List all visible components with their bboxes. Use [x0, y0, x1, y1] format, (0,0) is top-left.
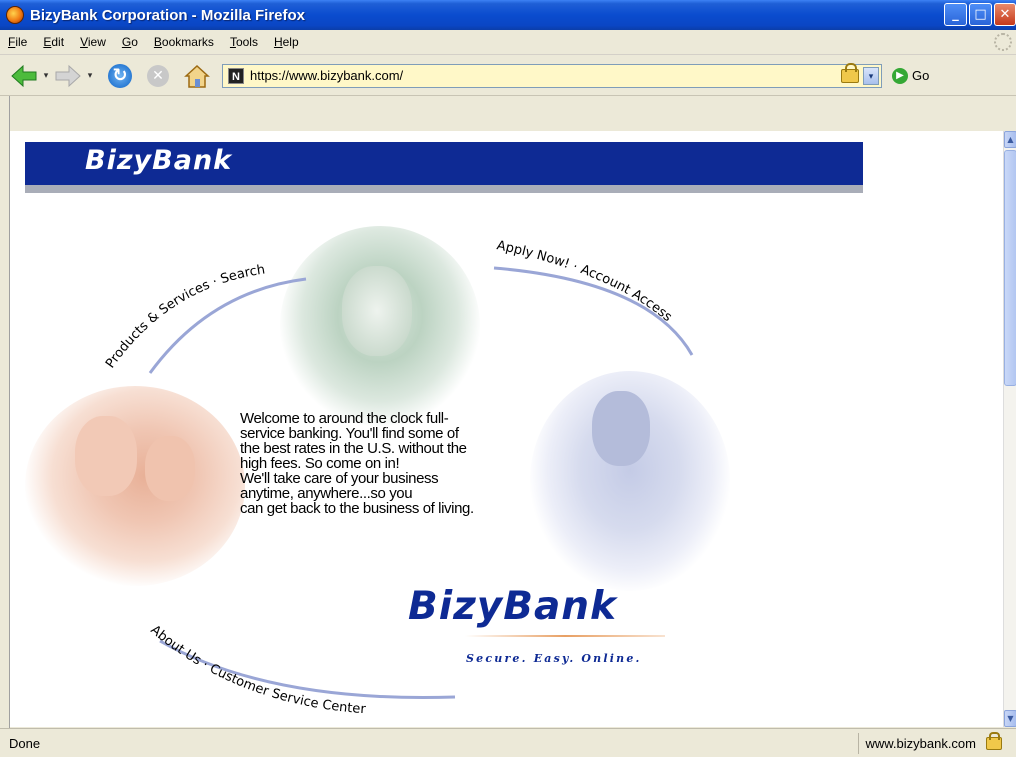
stop-button[interactable]: ✕ — [142, 61, 174, 91]
menu-bar: File Edit View Go Bookmarks Tools Help — [0, 30, 1016, 55]
page-content: BizyBank Products & Services · Search Ap… — [10, 131, 1003, 727]
url-dropdown-icon[interactable]: ▾ — [863, 66, 879, 85]
menu-tools[interactable]: Tools — [222, 35, 266, 49]
firefox-icon — [6, 6, 24, 24]
home-icon — [184, 64, 210, 88]
menu-file[interactable]: File — [0, 35, 35, 49]
back-button[interactable] — [8, 61, 40, 91]
menu-help[interactable]: Help — [266, 35, 307, 49]
status-lock-icon[interactable] — [986, 731, 1002, 750]
back-arrow-icon — [11, 64, 37, 87]
scroll-up-icon[interactable]: ▲ — [1004, 131, 1016, 148]
go-arrow-icon: ▶ — [892, 67, 908, 84]
throbber-icon — [994, 33, 1012, 51]
navigation-toolbar: ▾ ▾ ↻ ✕ N https://www.bizybank.com/ ▾ ▶ … — [0, 56, 1016, 96]
brand-logo: BizyBank — [408, 584, 617, 629]
status-text: Done — [9, 735, 41, 751]
menu-go[interactable]: Go — [114, 35, 146, 49]
status-site: www.bizybank.com — [858, 732, 982, 754]
go-label: Go — [912, 68, 930, 83]
nav-arc-products-search[interactable]: Products & Services · Search — [103, 262, 266, 371]
url-input[interactable]: https://www.bizybank.com/ — [250, 68, 841, 83]
site-favicon-icon: N — [228, 67, 244, 84]
menu-view[interactable]: View — [72, 35, 114, 49]
brand-tagline: Secure. Easy. Online. — [466, 652, 642, 665]
scroll-thumb[interactable] — [1004, 150, 1016, 386]
close-button[interactable]: ✕ — [994, 3, 1016, 26]
welcome-text: Welcome to around the clock full- servic… — [240, 410, 474, 517]
forward-dropdown-icon[interactable]: ▾ — [84, 61, 96, 91]
reload-icon: ↻ — [108, 63, 132, 88]
scroll-down-icon[interactable]: ▼ — [1004, 710, 1016, 727]
home-button[interactable] — [180, 61, 214, 91]
nav-arc-apply-account[interactable]: Apply Now! · Account Access — [495, 238, 674, 325]
nav-arc-about-customer-service[interactable]: About Us · Customer Service Center — [147, 623, 366, 718]
window-controls: _ □ ✕ — [944, 3, 1016, 26]
minimize-button[interactable]: _ — [944, 3, 967, 26]
window-title: BizyBank Corporation - Mozilla Firefox — [30, 6, 306, 24]
arc-rule-top-left — [148, 277, 307, 374]
back-dropdown-icon[interactable]: ▾ — [40, 61, 52, 91]
maximize-button[interactable]: □ — [969, 3, 992, 26]
reload-button[interactable]: ↻ — [104, 61, 136, 91]
status-bar: Done www.bizybank.com — [0, 728, 1016, 757]
go-button[interactable]: ▶ Go — [892, 67, 930, 84]
forward-arrow-icon — [55, 64, 81, 87]
brand-divider — [465, 635, 665, 637]
url-bar[interactable]: N https://www.bizybank.com/ ▾ — [222, 62, 882, 88]
forward-button[interactable] — [52, 61, 84, 91]
window-title-bar[interactable]: BizyBank Corporation - Mozilla Firefox _… — [0, 0, 1016, 30]
menu-edit[interactable]: Edit — [35, 35, 72, 49]
stop-icon: ✕ — [147, 64, 169, 87]
lock-icon[interactable] — [841, 62, 859, 83]
vertical-scrollbar[interactable]: ▲ ▼ — [1003, 131, 1016, 727]
menu-bookmarks[interactable]: Bookmarks — [146, 35, 222, 49]
